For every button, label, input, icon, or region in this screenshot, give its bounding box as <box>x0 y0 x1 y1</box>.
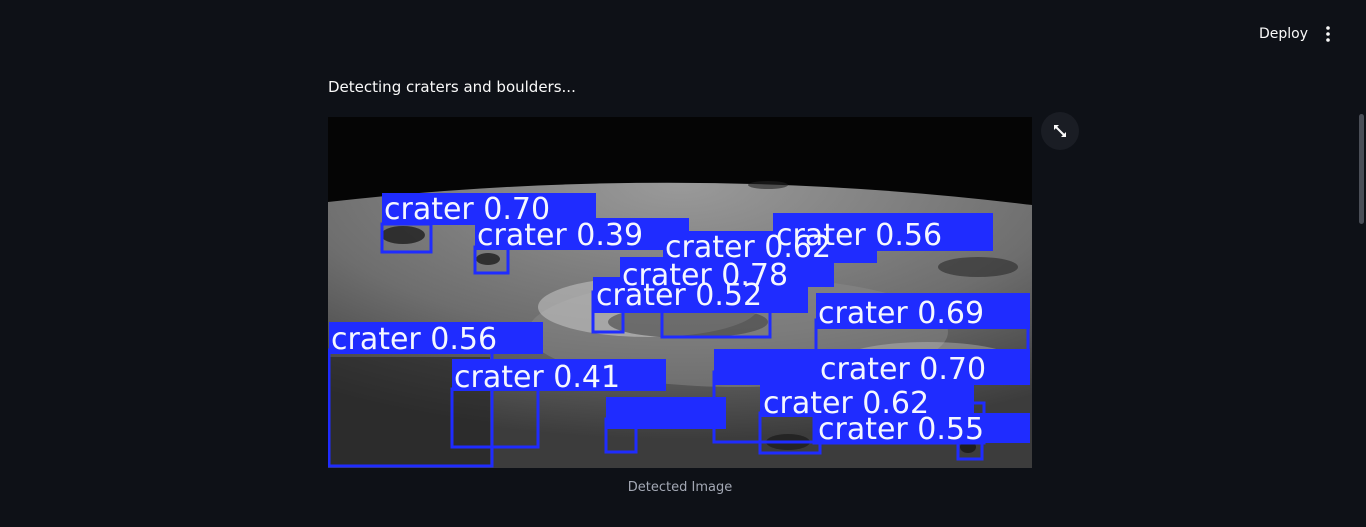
status-text: Detecting craters and boulders... <box>328 78 576 96</box>
detected-image: crater 0.70 crater 0.39 crater 0.62 crat… <box>328 117 1032 468</box>
app-toolbar: Deploy <box>0 0 1366 60</box>
fullscreen-button[interactable] <box>1041 112 1079 150</box>
detection-label: crater 0.52 <box>596 278 762 313</box>
detection-label: crater 0.56 <box>331 322 497 357</box>
detection-label: crater 0.70 <box>820 352 986 387</box>
detection-label: crater 0.41 <box>454 360 620 395</box>
detection-label: crater 0.56 <box>776 218 942 253</box>
deploy-button[interactable]: Deploy <box>1250 22 1317 46</box>
image-caption: Detected Image <box>627 480 733 495</box>
detection-label: crater 0.69 <box>818 296 984 331</box>
detection-label: crater 0.39 <box>477 218 643 253</box>
detection-label: crater 0.55 <box>818 412 984 447</box>
scrollbar-thumb[interactable] <box>1359 114 1364 224</box>
more-vertical-icon[interactable] <box>1316 22 1340 46</box>
scrollbar[interactable] <box>1356 0 1366 527</box>
fullscreen-icon <box>1054 125 1066 137</box>
